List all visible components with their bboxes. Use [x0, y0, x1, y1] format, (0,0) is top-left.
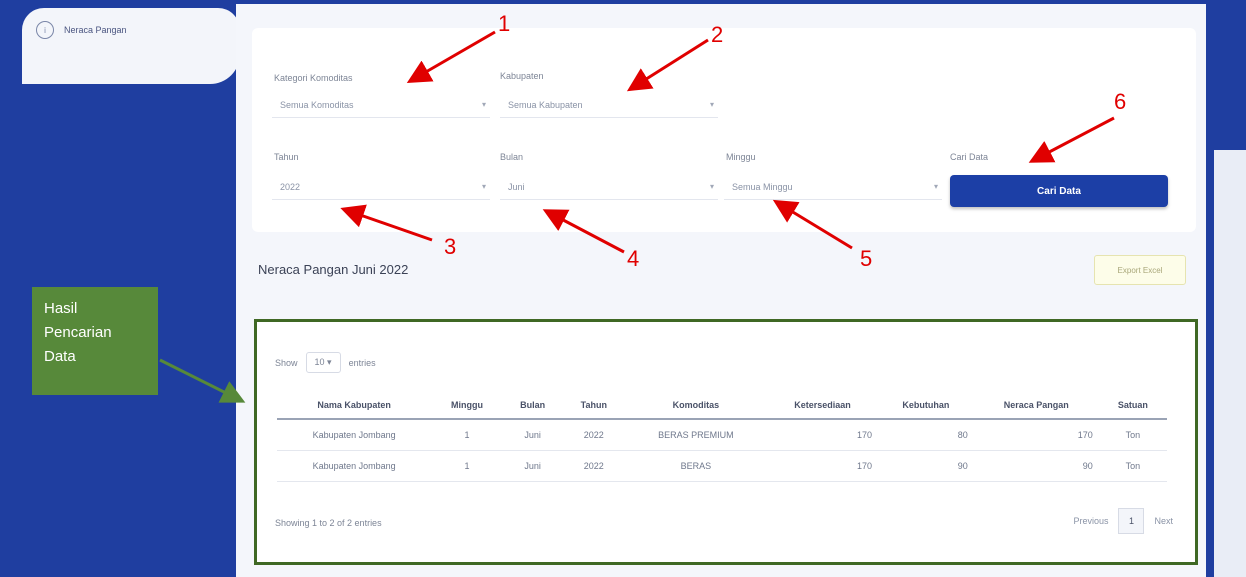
column-header[interactable]: Minggu: [431, 392, 503, 420]
sidebar-tab-curve: [22, 52, 240, 84]
table-row: Kabupaten Jombang 1 Juni 2022 BERAS 170 …: [277, 450, 1167, 482]
callout-line: Pencarian: [44, 324, 112, 341]
table-cell: Kabupaten Jombang: [277, 450, 432, 482]
table-cell: Kabupaten Jombang: [277, 419, 432, 451]
table-cell: 1: [431, 419, 503, 451]
right-panel-edge: [1206, 0, 1246, 577]
column-header[interactable]: Bulan: [502, 392, 563, 420]
table-row: Kabupaten Jombang 1 Juni 2022 BERAS PREM…: [277, 419, 1167, 451]
cari-label: Cari Data: [950, 152, 989, 162]
bulan-label: Bulan: [500, 152, 524, 162]
column-header[interactable]: Satuan: [1098, 392, 1167, 420]
chevron-down-icon: ▾: [481, 100, 486, 109]
annotation-marker-3: 3: [444, 234, 457, 259]
sidebar-item-label: Neraca Pangan: [64, 25, 127, 35]
column-header[interactable]: Nama Kabupaten: [277, 392, 432, 420]
sidebar-item-neraca-pangan[interactable]: i Neraca Pangan: [22, 8, 240, 52]
kabupaten-select[interactable]: Semua Kabupaten ▾: [500, 92, 718, 118]
table-cell: Juni: [502, 419, 563, 451]
table-cell: Ton: [1098, 450, 1167, 482]
table-cell: BERAS: [624, 450, 767, 482]
column-header[interactable]: Neraca Pangan: [973, 392, 1099, 420]
chevron-down-icon: ▾: [481, 182, 486, 191]
show-entries: Show 10 ▾ entries: [275, 352, 376, 373]
entries-select[interactable]: 10 ▾: [305, 352, 341, 373]
kabupaten-value: Semua Kabupaten: [508, 99, 583, 110]
table-cell: 1: [431, 450, 503, 482]
bulan-select[interactable]: Juni ▾: [500, 174, 718, 200]
table-cell: 170: [973, 419, 1099, 451]
table-cell: 2022: [562, 450, 625, 482]
kategori-value: Semua Komoditas: [280, 99, 354, 110]
page-title: Neraca Pangan Juni 2022: [258, 262, 409, 277]
search-button[interactable]: Cari Data: [950, 175, 1168, 207]
chevron-down-icon: ▾: [709, 100, 714, 109]
previous-button[interactable]: Previous: [1073, 516, 1108, 526]
kategori-label: Kategori Komoditas: [274, 73, 353, 83]
table-cell: 80: [878, 419, 974, 451]
info-icon: i: [36, 21, 54, 39]
bulan-value: Juni: [508, 181, 525, 192]
table-cell: 170: [766, 419, 879, 451]
annotation-marker-6: 6: [1114, 89, 1127, 114]
table-cell: 90: [878, 450, 974, 482]
annotation-marker-5: 5: [860, 246, 873, 271]
minggu-select[interactable]: Semua Minggu ▾: [724, 174, 942, 200]
tahun-select[interactable]: 2022 ▾: [272, 174, 490, 200]
entries-label: entries: [348, 357, 376, 368]
pagination: Previous 1 Next: [1073, 508, 1173, 534]
column-header[interactable]: Kebutuhan: [878, 392, 974, 420]
callout-line: Hasil: [44, 300, 78, 317]
annotation-marker-2: 2: [711, 22, 724, 47]
minggu-label: Minggu: [726, 152, 756, 162]
table-header-row: Nama Kabupaten Minggu Bulan Tahun Komodi…: [277, 392, 1167, 420]
column-header[interactable]: Komoditas: [624, 392, 767, 420]
results-table: Nama Kabupaten Minggu Bulan Tahun Komodi…: [277, 392, 1167, 482]
table-cell: 170: [766, 450, 879, 482]
callout-line: Data: [44, 348, 76, 365]
export-excel-button[interactable]: Export Excel: [1094, 255, 1186, 285]
table-cell: Ton: [1098, 419, 1167, 451]
tahun-label: Tahun: [274, 152, 299, 162]
results-card: Show 10 ▾ entries Nama Kabupaten Minggu …: [254, 319, 1198, 565]
table-cell: Juni: [502, 450, 563, 482]
table-cell: 2022: [562, 419, 625, 451]
kabupaten-label: Kabupaten: [500, 71, 544, 81]
table-cell: BERAS PREMIUM: [624, 419, 767, 451]
chevron-down-icon: ▾: [933, 182, 938, 191]
table-info: Showing 1 to 2 of 2 entries: [275, 518, 382, 528]
show-label: Show: [275, 357, 298, 368]
annotation-marker-4: 4: [627, 246, 640, 271]
chevron-down-icon: ▾: [709, 182, 714, 191]
minggu-value: Semua Minggu: [732, 181, 793, 192]
kategori-select[interactable]: Semua Komoditas ▾: [272, 92, 490, 118]
next-button[interactable]: Next: [1154, 516, 1173, 526]
tahun-value: 2022: [280, 181, 301, 192]
annotation-callout: Hasil Pencarian Data: [32, 287, 158, 395]
entries-value: 10: [314, 357, 325, 367]
annotation-marker-1: 1: [498, 11, 511, 36]
table-cell: 90: [973, 450, 1099, 482]
column-header[interactable]: Tahun: [562, 392, 625, 420]
column-header[interactable]: Ketersediaan: [766, 392, 879, 420]
page-button[interactable]: 1: [1118, 508, 1145, 534]
